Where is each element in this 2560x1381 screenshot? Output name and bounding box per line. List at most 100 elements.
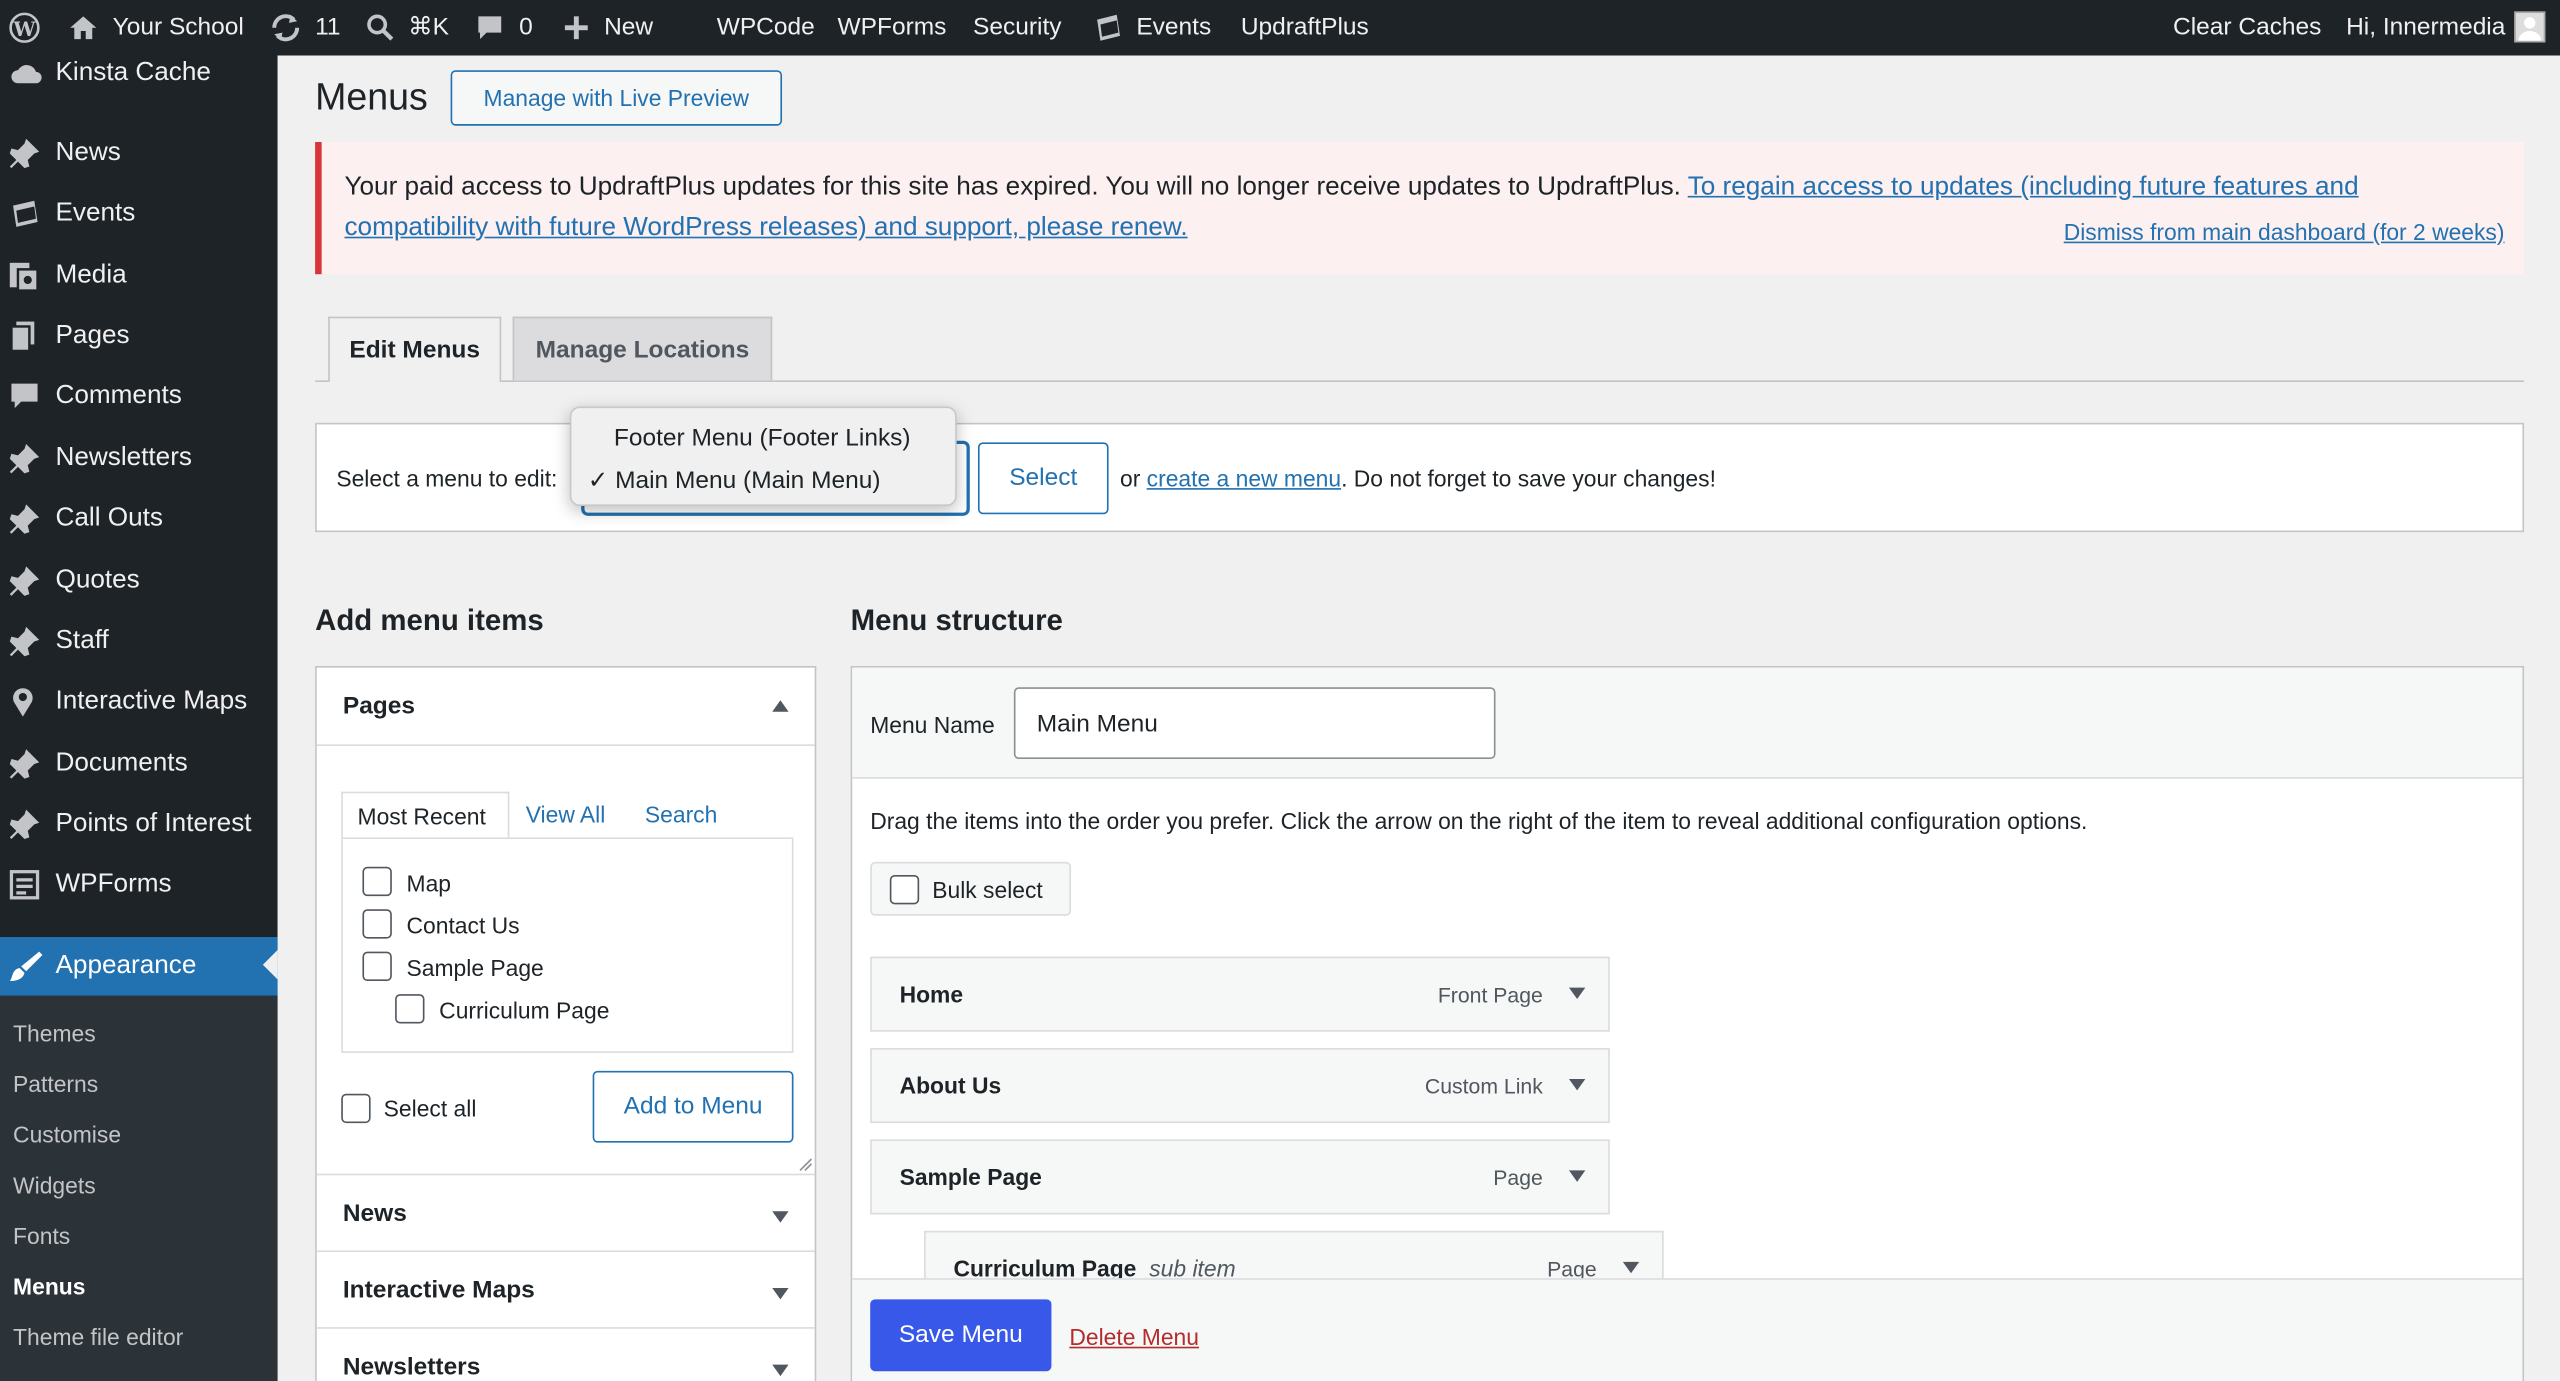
pin-icon xyxy=(9,138,40,169)
sidebar-item-events[interactable]: Events xyxy=(0,186,278,242)
page-label-contact-us: Contact Us xyxy=(406,912,520,939)
save-menu-button[interactable]: Save Menu xyxy=(870,1299,1052,1372)
comments-link[interactable]: 0 xyxy=(475,0,533,56)
collapse-arrow-icon xyxy=(772,700,789,712)
submenu-themes[interactable]: Themes xyxy=(13,1020,96,1046)
checkbox-contact-us[interactable] xyxy=(362,909,392,939)
checkbox-sample-page[interactable] xyxy=(362,951,392,982)
section-interactive-maps[interactable]: Interactive Maps xyxy=(316,1250,815,1327)
select-button[interactable]: Select xyxy=(977,442,1109,515)
pages-section-header[interactable]: Pages xyxy=(316,668,815,746)
submenu-menus[interactable]: Menus xyxy=(13,1273,85,1299)
sidebar-item-newsletters[interactable]: Newsletters xyxy=(0,431,278,487)
security-link[interactable]: Security xyxy=(973,0,1061,56)
create-menu-text: or create a new menu. Do not forget to s… xyxy=(1119,465,1716,492)
command-search[interactable]: ⌘K xyxy=(366,0,449,56)
live-preview-button[interactable]: Manage with Live Preview xyxy=(450,70,783,126)
select-menu-label: Select a menu to edit: xyxy=(336,465,558,492)
menu-structure-heading: Menu structure xyxy=(850,603,1063,637)
sidebar-item-comments[interactable]: Comments xyxy=(0,369,278,425)
bulk-select-checkbox[interactable] xyxy=(889,874,920,905)
admin-bar: W Your School 11 ⌘K 0 New WPCode WPForms… xyxy=(0,0,2560,56)
updraftplus-link[interactable]: UpdraftPlus xyxy=(1241,0,1369,56)
search-shortcut: ⌘K xyxy=(408,13,450,41)
account-menu[interactable]: Hi, Innermedia xyxy=(2346,0,2505,56)
submenu-theme-file-editor[interactable]: Theme file editor xyxy=(13,1324,183,1350)
pin-icon xyxy=(9,809,40,840)
new-content-link[interactable]: New xyxy=(563,0,653,56)
submenu-patterns[interactable]: Patterns xyxy=(13,1071,98,1097)
checkbox-curriculum-page[interactable] xyxy=(395,994,425,1024)
checkbox-map[interactable] xyxy=(362,866,392,897)
sidebar-item-media[interactable]: Media xyxy=(0,248,278,304)
events-link[interactable]: Events xyxy=(1092,0,1211,56)
pin-icon xyxy=(9,504,40,534)
calendar-icon xyxy=(1097,14,1120,41)
menu-structure-panel: Menu Name Main Menu Drag the items into … xyxy=(850,666,2525,1381)
comments-count: 0 xyxy=(519,13,533,41)
sidebar-item-documents[interactable]: Documents xyxy=(0,736,278,792)
menu-item-about-us[interactable]: About Us Custom Link xyxy=(870,1047,1610,1124)
sidebar-item-points-of-interest[interactable]: Points of Interest xyxy=(0,797,278,853)
location-icon xyxy=(13,688,33,717)
create-new-menu-link[interactable]: create a new menu xyxy=(1147,465,1341,491)
svg-text:W: W xyxy=(12,18,36,41)
expand-arrow-icon[interactable] xyxy=(1568,1170,1586,1182)
resize-handle-icon[interactable] xyxy=(798,1157,813,1172)
tab-search[interactable]: Search xyxy=(645,801,717,827)
tab-edit-menus[interactable]: Edit Menus xyxy=(328,316,502,382)
search-icon xyxy=(367,14,394,41)
submenu-customise[interactable]: Customise xyxy=(13,1121,121,1147)
wpcode-link[interactable]: WPCode xyxy=(717,0,815,56)
submenu-fonts[interactable]: Fonts xyxy=(13,1223,70,1249)
form-icon xyxy=(9,870,40,900)
new-label: New xyxy=(604,13,654,41)
home-icon xyxy=(70,16,97,40)
menu-name-input[interactable]: Main Menu xyxy=(1013,687,1496,760)
renew-link-line2[interactable]: compatibility with future WordPress rele… xyxy=(344,207,1187,248)
avatar[interactable] xyxy=(2514,11,2546,43)
notice-text: Your paid access to UpdraftPlus updates … xyxy=(344,173,2359,201)
updraftplus-notice: Your paid access to UpdraftPlus updates … xyxy=(315,142,2525,275)
wpforms-link[interactable]: WPForms xyxy=(838,0,947,56)
sidebar-item-pages[interactable]: Pages xyxy=(0,309,278,365)
expand-arrow-icon[interactable] xyxy=(1568,1079,1586,1091)
renew-link[interactable]: To regain access to updates (including f… xyxy=(1688,173,2359,201)
delete-menu-link[interactable]: Delete Menu xyxy=(1069,1324,1199,1350)
checkbox-select-all[interactable] xyxy=(341,1093,371,1124)
sidebar-item-call-outs[interactable]: Call Outs xyxy=(0,491,278,547)
page-list: Map Contact Us Sample Page Curriculum Pa… xyxy=(341,837,794,1053)
menu-footer: Save Menu Delete Menu xyxy=(852,1278,2523,1381)
sidebar-item-quotes[interactable]: Quotes xyxy=(0,553,278,609)
drag-instructions: Drag the items into the order you prefer… xyxy=(870,808,2088,835)
sidebar-item-interactive-maps[interactable]: Interactive Maps xyxy=(0,674,278,730)
bulk-select-button[interactable]: Bulk select xyxy=(870,861,1072,916)
tab-manage-locations[interactable]: Manage Locations xyxy=(512,316,773,381)
menu-item-sample-page[interactable]: Sample Page Page xyxy=(870,1139,1610,1215)
add-to-menu-button[interactable]: Add to Menu xyxy=(592,1070,794,1143)
tab-most-recent[interactable]: Most Recent xyxy=(341,791,510,838)
option-main-menu[interactable]: ✓ Main Menu (Main Menu) xyxy=(588,465,881,495)
expand-arrow-icon[interactable] xyxy=(1622,1261,1640,1274)
updates-link[interactable]: 11 xyxy=(269,0,341,56)
option-footer-menu[interactable]: Footer Menu (Footer Links) xyxy=(614,424,911,452)
section-news[interactable]: News xyxy=(316,1173,815,1251)
sidebar-item-appearance[interactable]: Appearance xyxy=(0,936,278,996)
expand-arrow-icon[interactable] xyxy=(1568,987,1586,1000)
greeting: Hi, Innermedia xyxy=(2346,13,2506,41)
menu-item-home[interactable]: Home Front Page xyxy=(870,956,1610,1032)
add-items-panel: Pages Most Recent View All Search Map Co… xyxy=(315,666,817,1381)
sidebar-item-staff[interactable]: Staff xyxy=(0,614,278,670)
clear-caches-link[interactable]: Clear Caches xyxy=(2173,0,2321,56)
menu-name-label: Menu Name xyxy=(870,711,995,738)
pages-icon xyxy=(10,321,35,353)
submenu-widgets[interactable]: Widgets xyxy=(13,1172,96,1198)
sidebar-item-news[interactable]: News xyxy=(0,126,278,182)
sidebar-item-wpforms[interactable]: WPForms xyxy=(0,857,278,913)
page-label-curriculum-page: Curriculum Page xyxy=(439,997,610,1024)
dismiss-link[interactable]: Dismiss from main dashboard (for 2 weeks… xyxy=(2064,219,2505,245)
tab-view-all[interactable]: View All xyxy=(526,801,606,827)
sidebar-item-kinsta-cache[interactable]: Kinsta Cache xyxy=(0,46,278,102)
plus-icon xyxy=(564,16,588,40)
section-newsletters[interactable]: Newsletters xyxy=(316,1327,815,1381)
